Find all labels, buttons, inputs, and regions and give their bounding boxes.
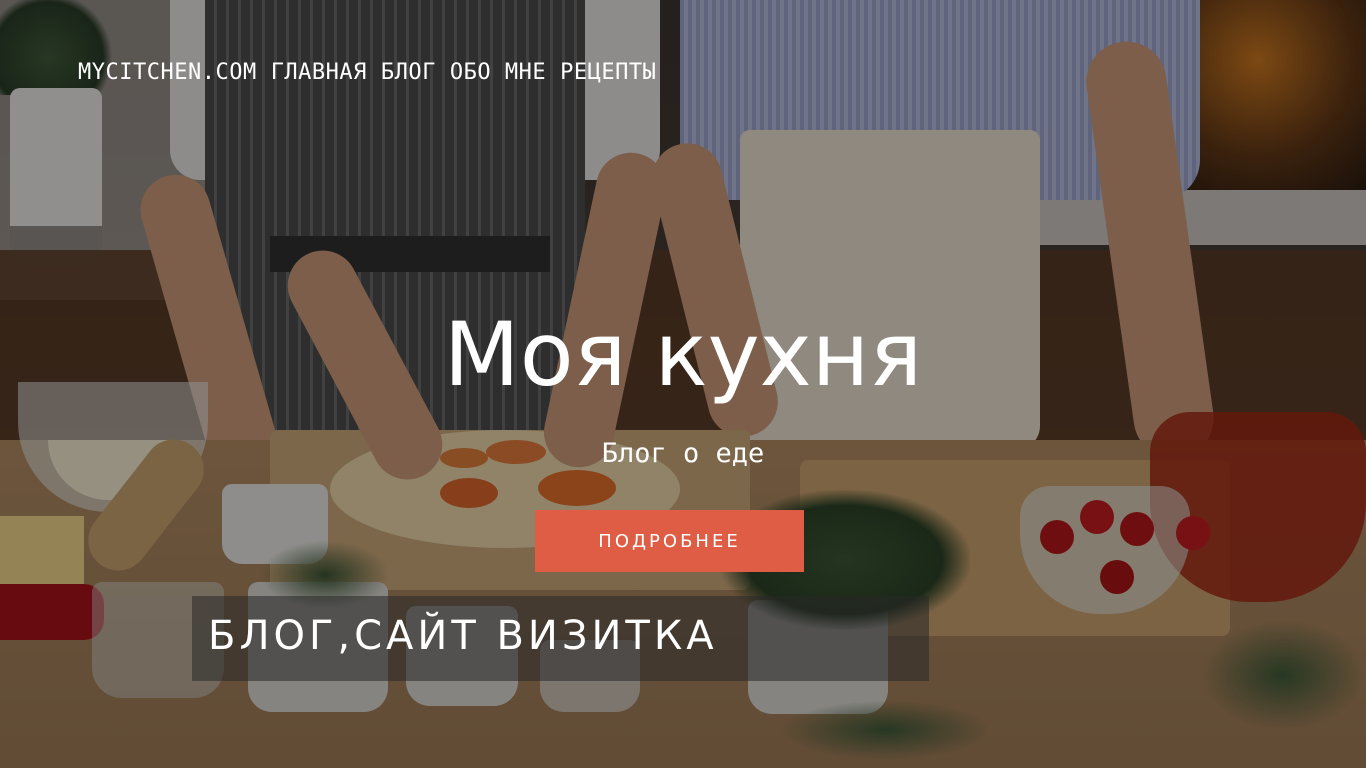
hero-section: MYCITCHEN.COM ГЛАВНАЯ БЛОГ ОБО МНЕ РЕЦЕП… (0, 0, 1366, 768)
hero-title: Моя кухня (443, 303, 923, 406)
hero-subtitle: Блог о еде (601, 438, 765, 469)
brand-logo-link[interactable]: MYCITCHEN.COM (78, 60, 257, 85)
nav-link-home[interactable]: ГЛАВНАЯ (271, 60, 367, 85)
top-navigation: MYCITCHEN.COM ГЛАВНАЯ БЛОГ ОБО МНЕ РЕЦЕП… (78, 60, 670, 85)
nav-link-blog[interactable]: БЛОГ (381, 60, 436, 85)
more-button[interactable]: ПОДРОБНЕЕ (535, 510, 804, 572)
tagline: БЛОГ,САЙТ ВИЗИТКА (208, 613, 718, 659)
nav-link-recipes[interactable]: РЕЦЕПТЫ (560, 60, 656, 85)
nav-link-about[interactable]: ОБО МНЕ (450, 60, 546, 85)
